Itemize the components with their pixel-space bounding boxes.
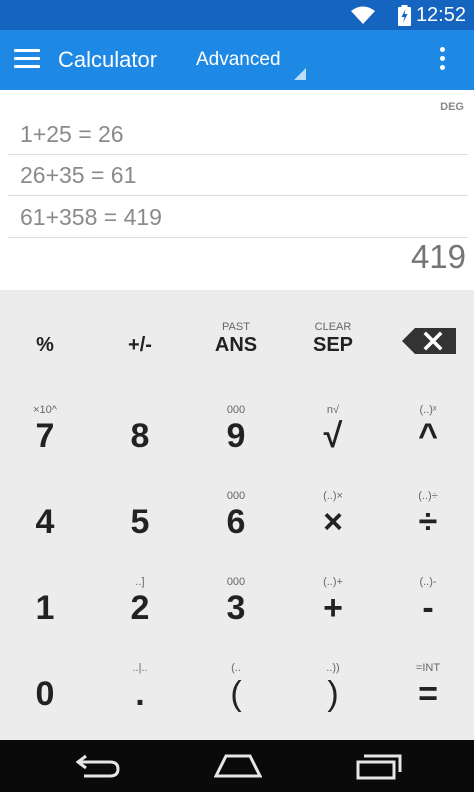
- key-label: -: [422, 589, 434, 627]
- key-secondary-label: (..)+: [323, 576, 343, 588]
- key-secondary-label: (..)÷: [418, 490, 438, 502]
- history-entry[interactable]: 26+35 = 61: [8, 155, 468, 196]
- key-secondary-label: [0, 575, 93, 589]
- key-label: 6: [226, 503, 246, 541]
- key-secondary-label: ..]: [135, 576, 145, 588]
- close-paren-button[interactable]: ..)) ): [285, 661, 381, 714]
- key-secondary-label: ..)): [326, 662, 340, 674]
- more-vert-icon[interactable]: [432, 44, 452, 76]
- status-time: 12:52: [415, 4, 466, 26]
- key-label: ANS: [214, 334, 258, 356]
- key-secondary-label: (..)-: [419, 576, 437, 588]
- digit-7-button[interactable]: ×10^ 7: [0, 403, 93, 456]
- back-icon[interactable]: [76, 752, 120, 780]
- key-label: 9: [226, 417, 246, 455]
- power-button[interactable]: (..)ˣ ^: [380, 403, 474, 456]
- key-label: 2: [130, 589, 150, 627]
- key-secondary-label: [0, 661, 93, 675]
- key-secondary-label: (..: [231, 662, 241, 674]
- key-secondary-label: (..)ˣ: [419, 404, 437, 416]
- percent-button[interactable]: %: [0, 320, 93, 357]
- key-secondary-label: [0, 320, 93, 334]
- key-label: =: [418, 675, 438, 713]
- key-label: ^: [418, 417, 438, 455]
- equals-button[interactable]: =INT =: [380, 661, 474, 714]
- sqrt-button[interactable]: n√ √: [285, 403, 381, 456]
- key-secondary-label: CLEAR: [314, 321, 352, 333]
- key-secondary-label: [92, 489, 188, 503]
- key-label: √: [323, 417, 343, 455]
- digit-6-button[interactable]: 000 6: [188, 489, 284, 542]
- multiply-button[interactable]: (..)× ×: [285, 489, 381, 542]
- key-secondary-label: 000: [226, 490, 246, 502]
- result-value: 419: [410, 238, 466, 275]
- key-secondary-label: ×10^: [33, 404, 57, 416]
- divide-button[interactable]: (..)÷ ÷: [380, 489, 474, 542]
- history-entry[interactable]: 1+25 = 26: [8, 114, 468, 155]
- menu-icon[interactable]: [14, 49, 40, 71]
- navigation-bar: [0, 740, 474, 792]
- digit-9-button[interactable]: 000 9: [188, 403, 284, 456]
- backspace-icon[interactable]: [402, 328, 456, 354]
- key-label: 8: [130, 417, 150, 455]
- keypad: % +/- PAST ANS CLEAR SEP ×10^ 7 8 000 9 …: [0, 290, 474, 740]
- ans-button[interactable]: PAST ANS: [188, 320, 284, 357]
- digit-8-button[interactable]: 8: [92, 403, 188, 456]
- key-secondary-label: PAST: [222, 321, 250, 333]
- status-bar: 12:52: [0, 0, 474, 30]
- key-secondary-label: 000: [226, 576, 246, 588]
- decimal-point-button[interactable]: ..|.. .: [92, 661, 188, 714]
- digit-2-button[interactable]: ..] 2: [92, 575, 188, 628]
- key-label: 4: [35, 503, 55, 541]
- key-label: ÷: [418, 503, 438, 541]
- calculator-display: DEG 1+25 = 26 26+35 = 61 61+358 = 419 41…: [0, 90, 474, 290]
- key-secondary-label: [92, 320, 188, 334]
- add-button[interactable]: (..)+ +: [285, 575, 381, 628]
- key-label: SEP: [312, 334, 354, 356]
- key-secondary-label: [92, 403, 188, 417]
- battery-charging-icon: [398, 5, 411, 26]
- key-secondary-label: ..|..: [132, 662, 148, 674]
- key-label: 1: [35, 589, 55, 627]
- wifi-icon: [351, 6, 375, 24]
- digit-3-button[interactable]: 000 3: [188, 575, 284, 628]
- key-label: ×: [323, 503, 343, 541]
- digit-0-button[interactable]: 0: [0, 661, 93, 714]
- key-secondary-label: (..)×: [323, 490, 343, 502]
- key-label: 0: [35, 675, 55, 713]
- history-entry[interactable]: 61+358 = 419: [8, 197, 468, 238]
- key-label: %: [36, 334, 54, 356]
- key-secondary-label: [0, 489, 93, 503]
- key-label: 7: [35, 417, 55, 455]
- app-bar: Calculator Advanced: [0, 30, 474, 90]
- sep-button[interactable]: CLEAR SEP: [285, 320, 381, 357]
- key-label: +/-: [128, 334, 152, 356]
- key-secondary-label: 000: [226, 404, 246, 416]
- angle-mode-indicator[interactable]: DEG: [440, 101, 464, 113]
- open-paren-button[interactable]: (.. (: [188, 661, 284, 714]
- key-label: +: [323, 589, 343, 627]
- digit-4-button[interactable]: 4: [0, 489, 93, 542]
- key-label: .: [135, 675, 145, 713]
- key-label: (: [230, 675, 242, 713]
- app-title: Calculator: [58, 47, 158, 72]
- digit-1-button[interactable]: 1: [0, 575, 93, 628]
- negate-button[interactable]: +/-: [92, 320, 188, 357]
- dropdown-triangle-icon: [294, 68, 306, 80]
- key-label: ): [327, 675, 339, 713]
- key-label: 3: [226, 589, 246, 627]
- subtract-button[interactable]: (..)- -: [380, 575, 474, 628]
- key-label: 5: [130, 503, 150, 541]
- home-icon[interactable]: [214, 752, 262, 780]
- key-secondary-label: n√: [326, 404, 340, 416]
- key-secondary-label: =INT: [415, 662, 441, 674]
- recent-apps-icon[interactable]: [356, 752, 402, 780]
- mode-dropdown[interactable]: Advanced: [196, 49, 281, 71]
- digit-5-button[interactable]: 5: [92, 489, 188, 542]
